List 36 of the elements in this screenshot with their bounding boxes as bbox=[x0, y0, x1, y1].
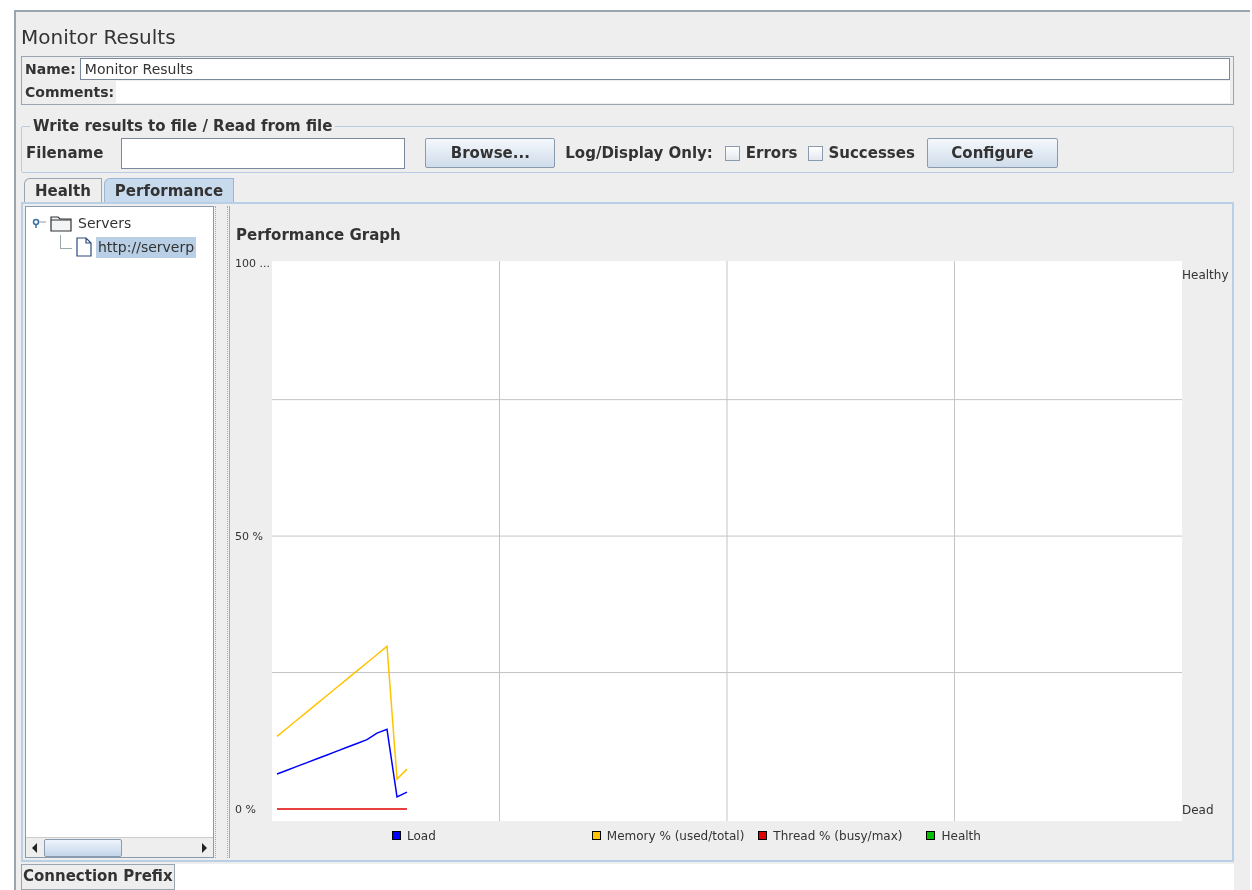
checkbox[interactable] bbox=[724, 145, 740, 161]
axis-label: 0 % bbox=[235, 803, 256, 816]
comments-field[interactable] bbox=[116, 81, 1230, 103]
legend-label: Health bbox=[941, 828, 981, 845]
legend-label: Thread % (busy/max) bbox=[773, 828, 903, 845]
tree-item[interactable]: http://serverp bbox=[96, 237, 197, 258]
checkbox[interactable] bbox=[807, 145, 823, 161]
field-label: Log/Display Only: bbox=[565, 142, 713, 164]
checkbox-option[interactable]: Successes bbox=[807, 141, 915, 165]
graph-title: Performance Graph bbox=[236, 225, 402, 247]
panel-title: Monitor Results bbox=[21, 24, 177, 50]
group-title: Write results to file / Read from file bbox=[32, 116, 334, 137]
legend-label: Load bbox=[407, 828, 436, 845]
folder-icon bbox=[50, 214, 72, 233]
splitter-handle[interactable] bbox=[215, 206, 228, 858]
name-field[interactable]: Monitor Results bbox=[79, 58, 1230, 80]
connection-prefix-field[interactable] bbox=[174, 864, 1234, 890]
document-icon bbox=[76, 237, 92, 258]
axis-label: 50 % bbox=[235, 530, 263, 544]
checkbox-option[interactable]: Errors bbox=[724, 141, 798, 165]
legend-label: Memory % (used/total) bbox=[606, 828, 745, 845]
axis-label: Dead bbox=[1182, 803, 1214, 817]
configure-button[interactable]: Configure bbox=[926, 138, 1058, 168]
axis-label: 100 ... bbox=[235, 257, 270, 271]
scrollbar-thumb[interactable] bbox=[44, 838, 122, 857]
horizontal-scrollbar[interactable] bbox=[26, 837, 214, 857]
axis-label: Healthy bbox=[1182, 268, 1229, 282]
tab[interactable]: Health bbox=[24, 178, 102, 203]
field-label: Name: bbox=[25, 59, 76, 79]
field-label: Connection Prefix bbox=[21, 864, 175, 890]
expand-handle-icon[interactable] bbox=[32, 218, 46, 229]
field-label: Filename bbox=[26, 142, 104, 164]
browse-button[interactable]: Browse... bbox=[425, 138, 556, 168]
tab[interactable]: Performance bbox=[103, 178, 235, 203]
tree-item[interactable]: Servers bbox=[76, 213, 134, 234]
filename-field[interactable] bbox=[121, 137, 406, 169]
